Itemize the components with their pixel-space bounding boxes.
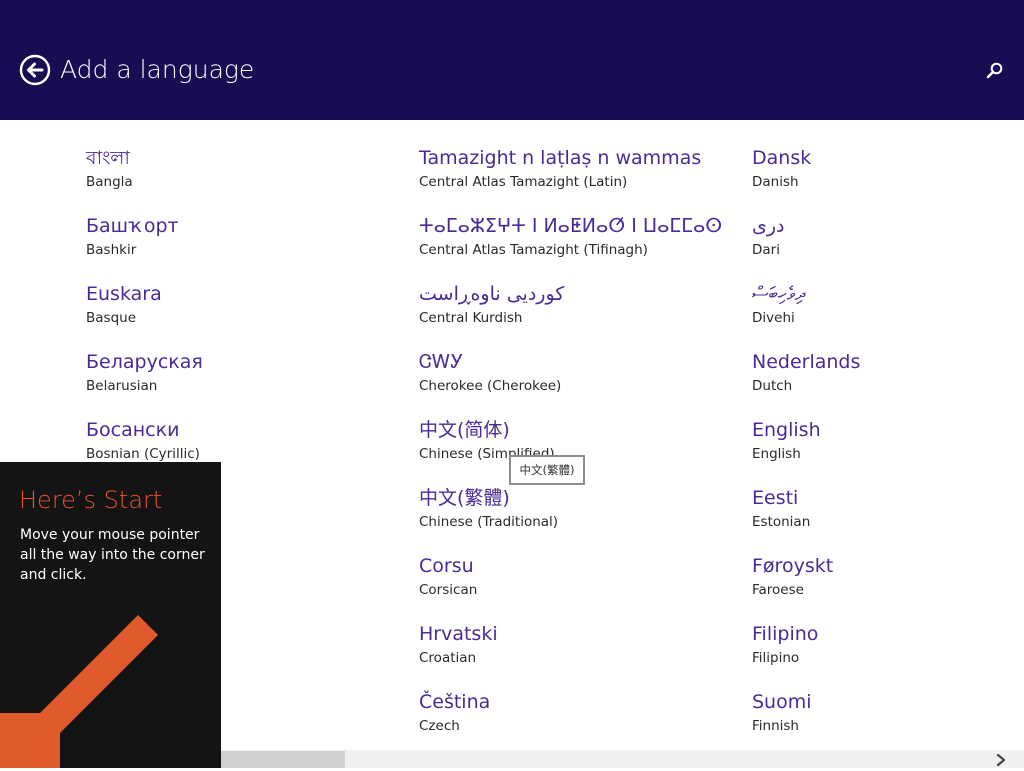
language-english-name: Divehi [752, 310, 795, 326]
language-item-filipino[interactable]: Filipino Filipino [752, 604, 1024, 672]
search-icon [986, 62, 1003, 79]
language-english-name: Estonian [752, 514, 811, 530]
horizontal-scrollbar[interactable] [221, 750, 1024, 768]
language-native-name: Čeština [419, 691, 491, 713]
language-native-name: ⵜⴰⵎⴰⵣⵉⵖⵜ ⵏ ⵍⴰⵟⵍⴰⵚ ⵏ ⵡⴰⵎⵎⴰⵙ [419, 215, 723, 237]
language-english-name: Cherokee (Cherokee) [419, 378, 562, 394]
language-item-divehi[interactable]: ދިވެހިބަސް Divehi [752, 264, 1024, 332]
language-item-bangla[interactable]: বাংলা Bangla [86, 128, 386, 196]
language-english-name: Croatian [419, 650, 477, 666]
language-item-corsican[interactable]: Corsu Corsican [419, 536, 719, 604]
back-arrow-circle-icon [19, 54, 51, 86]
language-native-name: کوردیی ناوەڕاست [419, 283, 565, 305]
language-english-name: English [752, 446, 801, 462]
language-item-dari[interactable]: دری Dari [752, 196, 1024, 264]
language-native-name: 中文(繁體) [419, 487, 510, 509]
language-native-name: Euskara [86, 283, 162, 305]
language-native-name: Nederlands [752, 351, 861, 373]
language-english-name: Dutch [752, 378, 793, 394]
scroll-right-button[interactable] [994, 752, 1008, 767]
language-native-name: 中文(简体) [419, 419, 510, 441]
language-item-danish[interactable]: Dansk Danish [752, 128, 1024, 196]
language-english-name: Dari [752, 242, 780, 258]
language-item-croatian[interactable]: Hrvatski Croatian [419, 604, 719, 672]
language-item-estonian[interactable]: Eesti Estonian [752, 468, 1024, 536]
app-header: Add a language [0, 0, 1024, 120]
start-hint-title: Here’s Start [19, 486, 163, 514]
search-button[interactable] [984, 60, 1006, 82]
tooltip: 中文(繁體) [509, 455, 585, 485]
language-native-name: Corsu [419, 555, 474, 577]
language-item-basque[interactable]: Euskara Basque [86, 264, 386, 332]
language-native-name: Tamazight n laṭlaṣ n wammas [419, 147, 702, 169]
language-native-name: Filipino [752, 623, 819, 645]
chevron-right-icon [996, 753, 1006, 767]
language-native-name: ދިވެހިބަސް [752, 283, 806, 305]
language-item-english[interactable]: English English [752, 400, 1024, 468]
language-english-name: Filipino [752, 650, 800, 666]
language-native-name: ᏣᎳᎩ [419, 351, 464, 373]
language-item-czech[interactable]: Čeština Czech [419, 672, 719, 740]
page-title: Add a language [60, 55, 255, 84]
language-native-name: Hrvatski [419, 623, 498, 645]
language-native-name: Føroyskt [752, 555, 834, 577]
language-native-name: বাংলা [86, 147, 130, 169]
language-item-tamazight-tifinagh[interactable]: ⵜⴰⵎⴰⵣⵉⵖⵜ ⵏ ⵍⴰⵟⵍⴰⵚ ⵏ ⵡⴰⵎⵎⴰⵙ Central Atlas… [419, 196, 723, 264]
language-native-name: دری [752, 215, 785, 237]
language-native-name: Eesti [752, 487, 799, 509]
language-column-3: Dansk Danish دری Dari ދިވެހިބަސް Divehi … [752, 128, 1024, 740]
diagonal-arrow-icon [0, 615, 158, 768]
language-english-name: Bashkir [86, 242, 137, 258]
back-button[interactable] [19, 54, 51, 86]
language-english-name: Bosnian (Cyrillic) [86, 446, 200, 462]
language-native-name: Босански [86, 419, 180, 441]
language-english-name: Danish [752, 174, 799, 190]
language-english-name: Czech [419, 718, 460, 734]
language-english-name: Faroese [752, 582, 804, 598]
language-native-name: Suomi [752, 691, 812, 713]
language-column-1: বাংলা Bangla Башҡорт Bashkir Euskara Bas… [86, 128, 386, 468]
language-item-dutch[interactable]: Nederlands Dutch [752, 332, 1024, 400]
language-english-name: Corsican [419, 582, 478, 598]
language-item-faroese[interactable]: Føroyskt Faroese [752, 536, 1024, 604]
language-item-bosnian-cyrillic[interactable]: Босански Bosnian (Cyrillic) [86, 400, 386, 468]
language-native-name: Беларуская [86, 351, 203, 373]
start-hint-body: Move your mouse pointer all the way into… [20, 527, 205, 583]
language-english-name: Bangla [86, 174, 133, 190]
language-english-name: Central Atlas Tamazight (Latin) [419, 174, 628, 190]
language-english-name: Chinese (Traditional) [419, 514, 559, 530]
language-english-name: Central Atlas Tamazight (Tifinagh) [419, 242, 648, 258]
language-native-name: Башҡорт [86, 215, 179, 237]
scrollbar-thumb[interactable] [221, 751, 345, 768]
language-item-bashkir[interactable]: Башҡорт Bashkir [86, 196, 386, 264]
language-english-name: Basque [86, 310, 136, 326]
language-item-tamazight-latin[interactable]: Tamazight n laṭlaṣ n wammas Central Atla… [419, 128, 719, 196]
language-english-name: Central Kurdish [419, 310, 523, 326]
language-english-name: Belarusian [86, 378, 158, 394]
language-native-name: English [752, 419, 821, 441]
language-native-name: Dansk [752, 147, 812, 169]
language-item-belarusian[interactable]: Беларуская Belarusian [86, 332, 386, 400]
language-item-finnish[interactable]: Suomi Finnish [752, 672, 1024, 740]
language-item-cherokee[interactable]: ᏣᎳᎩ Cherokee (Cherokee) [419, 332, 719, 400]
start-hint-panel[interactable]: Here’s Start Move your mouse pointer all… [0, 462, 221, 768]
language-column-2: Tamazight n laṭlaṣ n wammas Central Atla… [405, 128, 723, 740]
language-english-name: Finnish [752, 718, 799, 734]
language-item-central-kurdish[interactable]: کوردیی ناوەڕاست Central Kurdish [419, 264, 719, 332]
